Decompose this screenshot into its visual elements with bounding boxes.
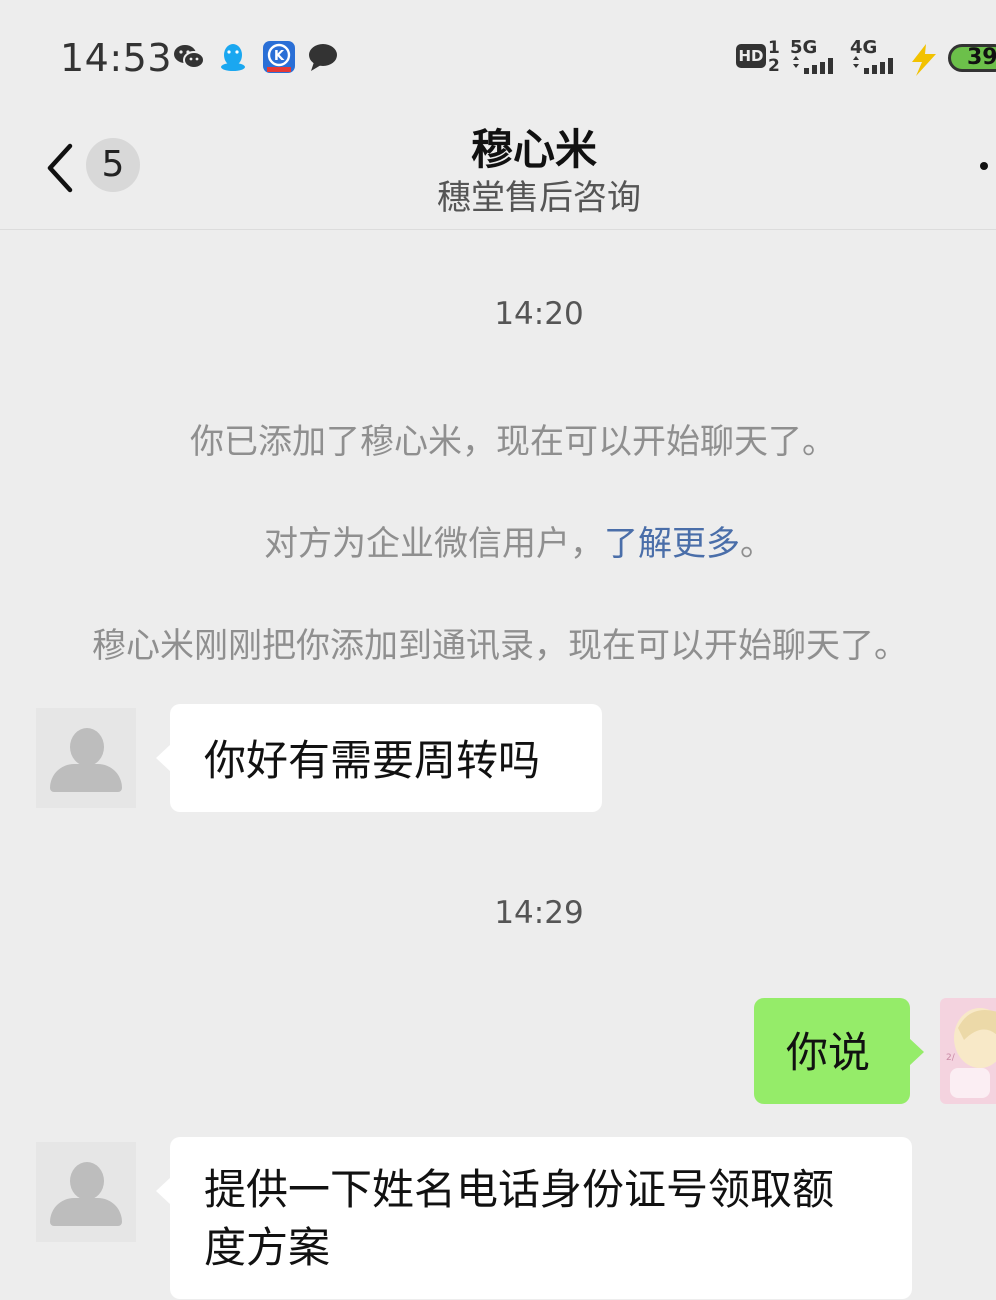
qq-icon bbox=[221, 44, 245, 71]
chat-screen: 14:53 K HD 1 2 5G 4G 39 5 穆心米 穗堂售后咨询 14:… bbox=[0, 0, 996, 1300]
system-message: 你已添加了穆心米，现在可以开始聊天了。 bbox=[190, 422, 836, 462]
status-time: 14:53 bbox=[60, 36, 173, 80]
message-text-line: 度方案 bbox=[204, 1223, 331, 1272]
charging-icon bbox=[912, 44, 936, 76]
contact-avatar[interactable] bbox=[36, 708, 136, 808]
svg-text:2/: 2/ bbox=[946, 1053, 956, 1063]
system-message-enterprise: 对方为企业微信用户，了解更多。 bbox=[264, 516, 774, 565]
signal-5g-icon: 5G bbox=[790, 38, 842, 74]
system-message-text: 对方为企业微信用户， bbox=[264, 524, 604, 564]
avatar-head bbox=[70, 1162, 104, 1200]
incoming-message-bubble[interactable]: 你好有需要周转吗 bbox=[156, 704, 602, 812]
signal-4g-icon: 4G bbox=[850, 38, 902, 74]
message-text: 你好有需要周转吗 bbox=[204, 736, 541, 785]
wechat-icon bbox=[174, 45, 205, 69]
contact-avatar[interactable] bbox=[36, 1142, 136, 1242]
learn-more-link[interactable]: 了解更多 bbox=[604, 524, 740, 564]
status-bar: 14:53 K HD 1 2 5G 4G 39 bbox=[0, 0, 996, 110]
avatar-body bbox=[50, 764, 122, 792]
timestamp: 14:20 bbox=[494, 296, 584, 332]
message-text-line: 提供一下姓名电话身份证号领取额 bbox=[204, 1165, 835, 1214]
system-message: 穆心米刚刚把你添加到通讯录，现在可以开始聊天了。 bbox=[92, 626, 908, 666]
contact-name: 穆心米 bbox=[470, 125, 597, 174]
k-app-icon: K bbox=[263, 41, 295, 73]
message-text: 你说 bbox=[786, 1028, 871, 1077]
avatar-head bbox=[70, 728, 104, 766]
more-options-icon[interactable] bbox=[980, 162, 988, 170]
incoming-message-bubble[interactable]: 提供一下姓名电话身份证号领取额 度方案 bbox=[156, 1137, 912, 1299]
message-icon bbox=[309, 44, 337, 71]
outgoing-message-bubble[interactable]: 你说 bbox=[754, 998, 924, 1104]
contact-subtitle: 穗堂售后咨询 bbox=[437, 178, 641, 218]
system-message-suffix: 。 bbox=[740, 524, 774, 564]
hd-voice-icon: HD 1 2 bbox=[736, 38, 780, 75]
timestamp: 14:29 bbox=[494, 895, 584, 931]
svg-text:K: K bbox=[274, 49, 285, 64]
battery-icon: 39 bbox=[948, 44, 996, 72]
battery-level: 39 bbox=[967, 45, 996, 70]
avatar-body bbox=[50, 1198, 122, 1226]
my-avatar[interactable]: 2/ bbox=[940, 998, 996, 1104]
